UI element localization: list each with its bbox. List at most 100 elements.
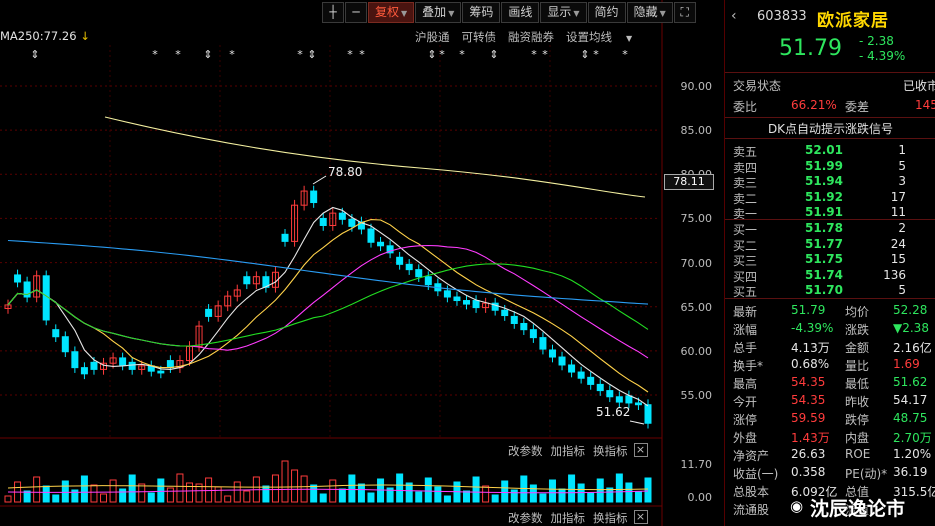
candle-body (453, 296, 461, 302)
candle-body (281, 233, 289, 242)
candle-body (52, 329, 60, 338)
stat-value: 54.35 (791, 375, 826, 389)
candle-body (510, 315, 518, 324)
volume-bar (233, 481, 241, 503)
stat-row: 收益(一) 0.358 PE(动)* 36.19 (733, 465, 935, 481)
event-marker-icon: * (359, 48, 365, 61)
price-axis-label: 65.00 (680, 301, 713, 314)
volume-bar (424, 477, 432, 503)
volume-bar (539, 493, 547, 503)
watermark: 沈辰逸论市 (810, 498, 906, 520)
price-axis-label: 85.00 (680, 124, 713, 137)
switch-indicator-button[interactable]: 换指标 (593, 510, 628, 526)
level-label: 卖四 (733, 160, 758, 175)
stat-value: 48.75 (893, 411, 928, 425)
candle-body (520, 322, 528, 331)
stat-value: 4.13万 (791, 341, 830, 355)
volume-bar (185, 482, 193, 503)
candle-body (338, 212, 346, 220)
volume-bar (291, 469, 299, 503)
overlay-button[interactable]: 叠加 ▼ (415, 2, 462, 23)
event-marker-icon: * (439, 48, 445, 61)
volume-bar (482, 485, 490, 503)
stat-value: -4.39% (791, 321, 834, 335)
divider (725, 138, 935, 139)
trade-status-row: 交易状态 已收市 (733, 79, 935, 93)
high-price-label: 78.80 (328, 165, 362, 179)
stat-label: 最高 (733, 377, 758, 391)
stat-value: 2.70万 (893, 431, 932, 445)
candle-body (157, 370, 165, 374)
order-book-row: 卖三 51.94 3 (733, 174, 935, 190)
volume-bar (319, 493, 327, 503)
volume-bar (568, 474, 576, 503)
edit-params-button[interactable]: 改参数 (508, 443, 543, 459)
crosshair-button[interactable]: ┼ (322, 2, 344, 23)
chevron-left-icon[interactable]: ‹ (731, 8, 737, 24)
level-label: 卖五 (733, 145, 758, 159)
stat-label: 内盘 (845, 431, 870, 445)
stat-label: 净资产 (733, 449, 770, 463)
add-indicator-button[interactable]: 加指标 (551, 443, 586, 459)
level-qty: 5 (898, 283, 906, 297)
stat-row: 换手* 0.68% 量比 1.69 (733, 357, 935, 373)
chips-button[interactable]: 筹码 (462, 2, 501, 23)
volume-bar (606, 487, 614, 503)
zoom-out-button[interactable]: ─ (345, 2, 367, 23)
stat-value: 36.19 (893, 465, 928, 479)
switch-indicator-button[interactable]: 换指标 (593, 443, 628, 459)
level-price: 51.77 (805, 236, 843, 251)
close-icon[interactable]: × (633, 443, 648, 457)
divider (725, 72, 935, 73)
margin-trading-link[interactable]: 融资融券 (508, 29, 554, 45)
level-qty: 136 (883, 267, 906, 282)
low-price-label: 51.62 (596, 405, 630, 419)
volume-bar (271, 474, 279, 503)
candle-body (501, 309, 509, 317)
candle-body (587, 376, 595, 385)
dk-signal-link[interactable]: DK点自动提示涨跌信号 (725, 120, 935, 137)
event-marker-icon: ⇕ (580, 48, 589, 61)
candle-body (80, 367, 88, 375)
stat-label: 均价 (845, 305, 870, 319)
price-axis-label: 90.00 (680, 80, 713, 93)
volume-bar (644, 477, 652, 503)
display-button[interactable]: 显示 ▼ (540, 2, 587, 23)
restore-rights-button[interactable]: 复权 ▼ (368, 2, 415, 23)
hk-connect-link[interactable]: 沪股通 (415, 29, 450, 45)
event-marker-icon: * (152, 48, 158, 61)
expand-icon[interactable]: ⛶ (673, 2, 696, 23)
volume-bar (587, 492, 595, 503)
stat-row: 涨幅 -4.39% 涨跌 ▼2.38 (733, 321, 935, 337)
draw-line-button[interactable]: 画线 (501, 2, 540, 23)
price-axis-label: 75.00 (680, 212, 713, 225)
candle-body (634, 402, 642, 406)
add-indicator-button[interactable]: 加指标 (551, 510, 586, 526)
stat-value: 54.35 (791, 393, 826, 407)
volume-bar (348, 474, 356, 503)
stat-label: 今开 (733, 395, 758, 409)
convertible-bond-link[interactable]: 可转债 (462, 29, 497, 45)
volume-bar (596, 478, 604, 503)
stat-label: 跌停 (845, 413, 870, 427)
candle-body (377, 241, 385, 247)
level-label: 买二 (733, 238, 758, 253)
candle-body (119, 357, 127, 366)
candle-body (539, 337, 547, 350)
stat-row: 净资产 26.63 ROE 1.20% (733, 447, 935, 463)
hide-button[interactable]: 隐藏 ▼ (626, 2, 673, 23)
volume-bar (176, 473, 184, 503)
edit-params-button[interactable]: 改参数 (508, 510, 543, 526)
event-marker-icon: * (347, 48, 353, 61)
volume-bar (109, 479, 117, 503)
level-qty: 5 (898, 158, 906, 173)
stat-label: 总股本 (733, 485, 770, 499)
level-price: 51.92 (805, 189, 843, 204)
close-icon[interactable]: × (633, 510, 648, 524)
simple-button[interactable]: 简约 (587, 2, 626, 23)
candle-body (596, 383, 604, 392)
stat-label: 总手 (733, 341, 758, 355)
event-marker-icon: * (175, 48, 181, 61)
stat-row: 今开 54.35 昨收 54.17 (733, 393, 935, 409)
set-ma-link[interactable]: 设置均线 ▼ (566, 29, 632, 45)
